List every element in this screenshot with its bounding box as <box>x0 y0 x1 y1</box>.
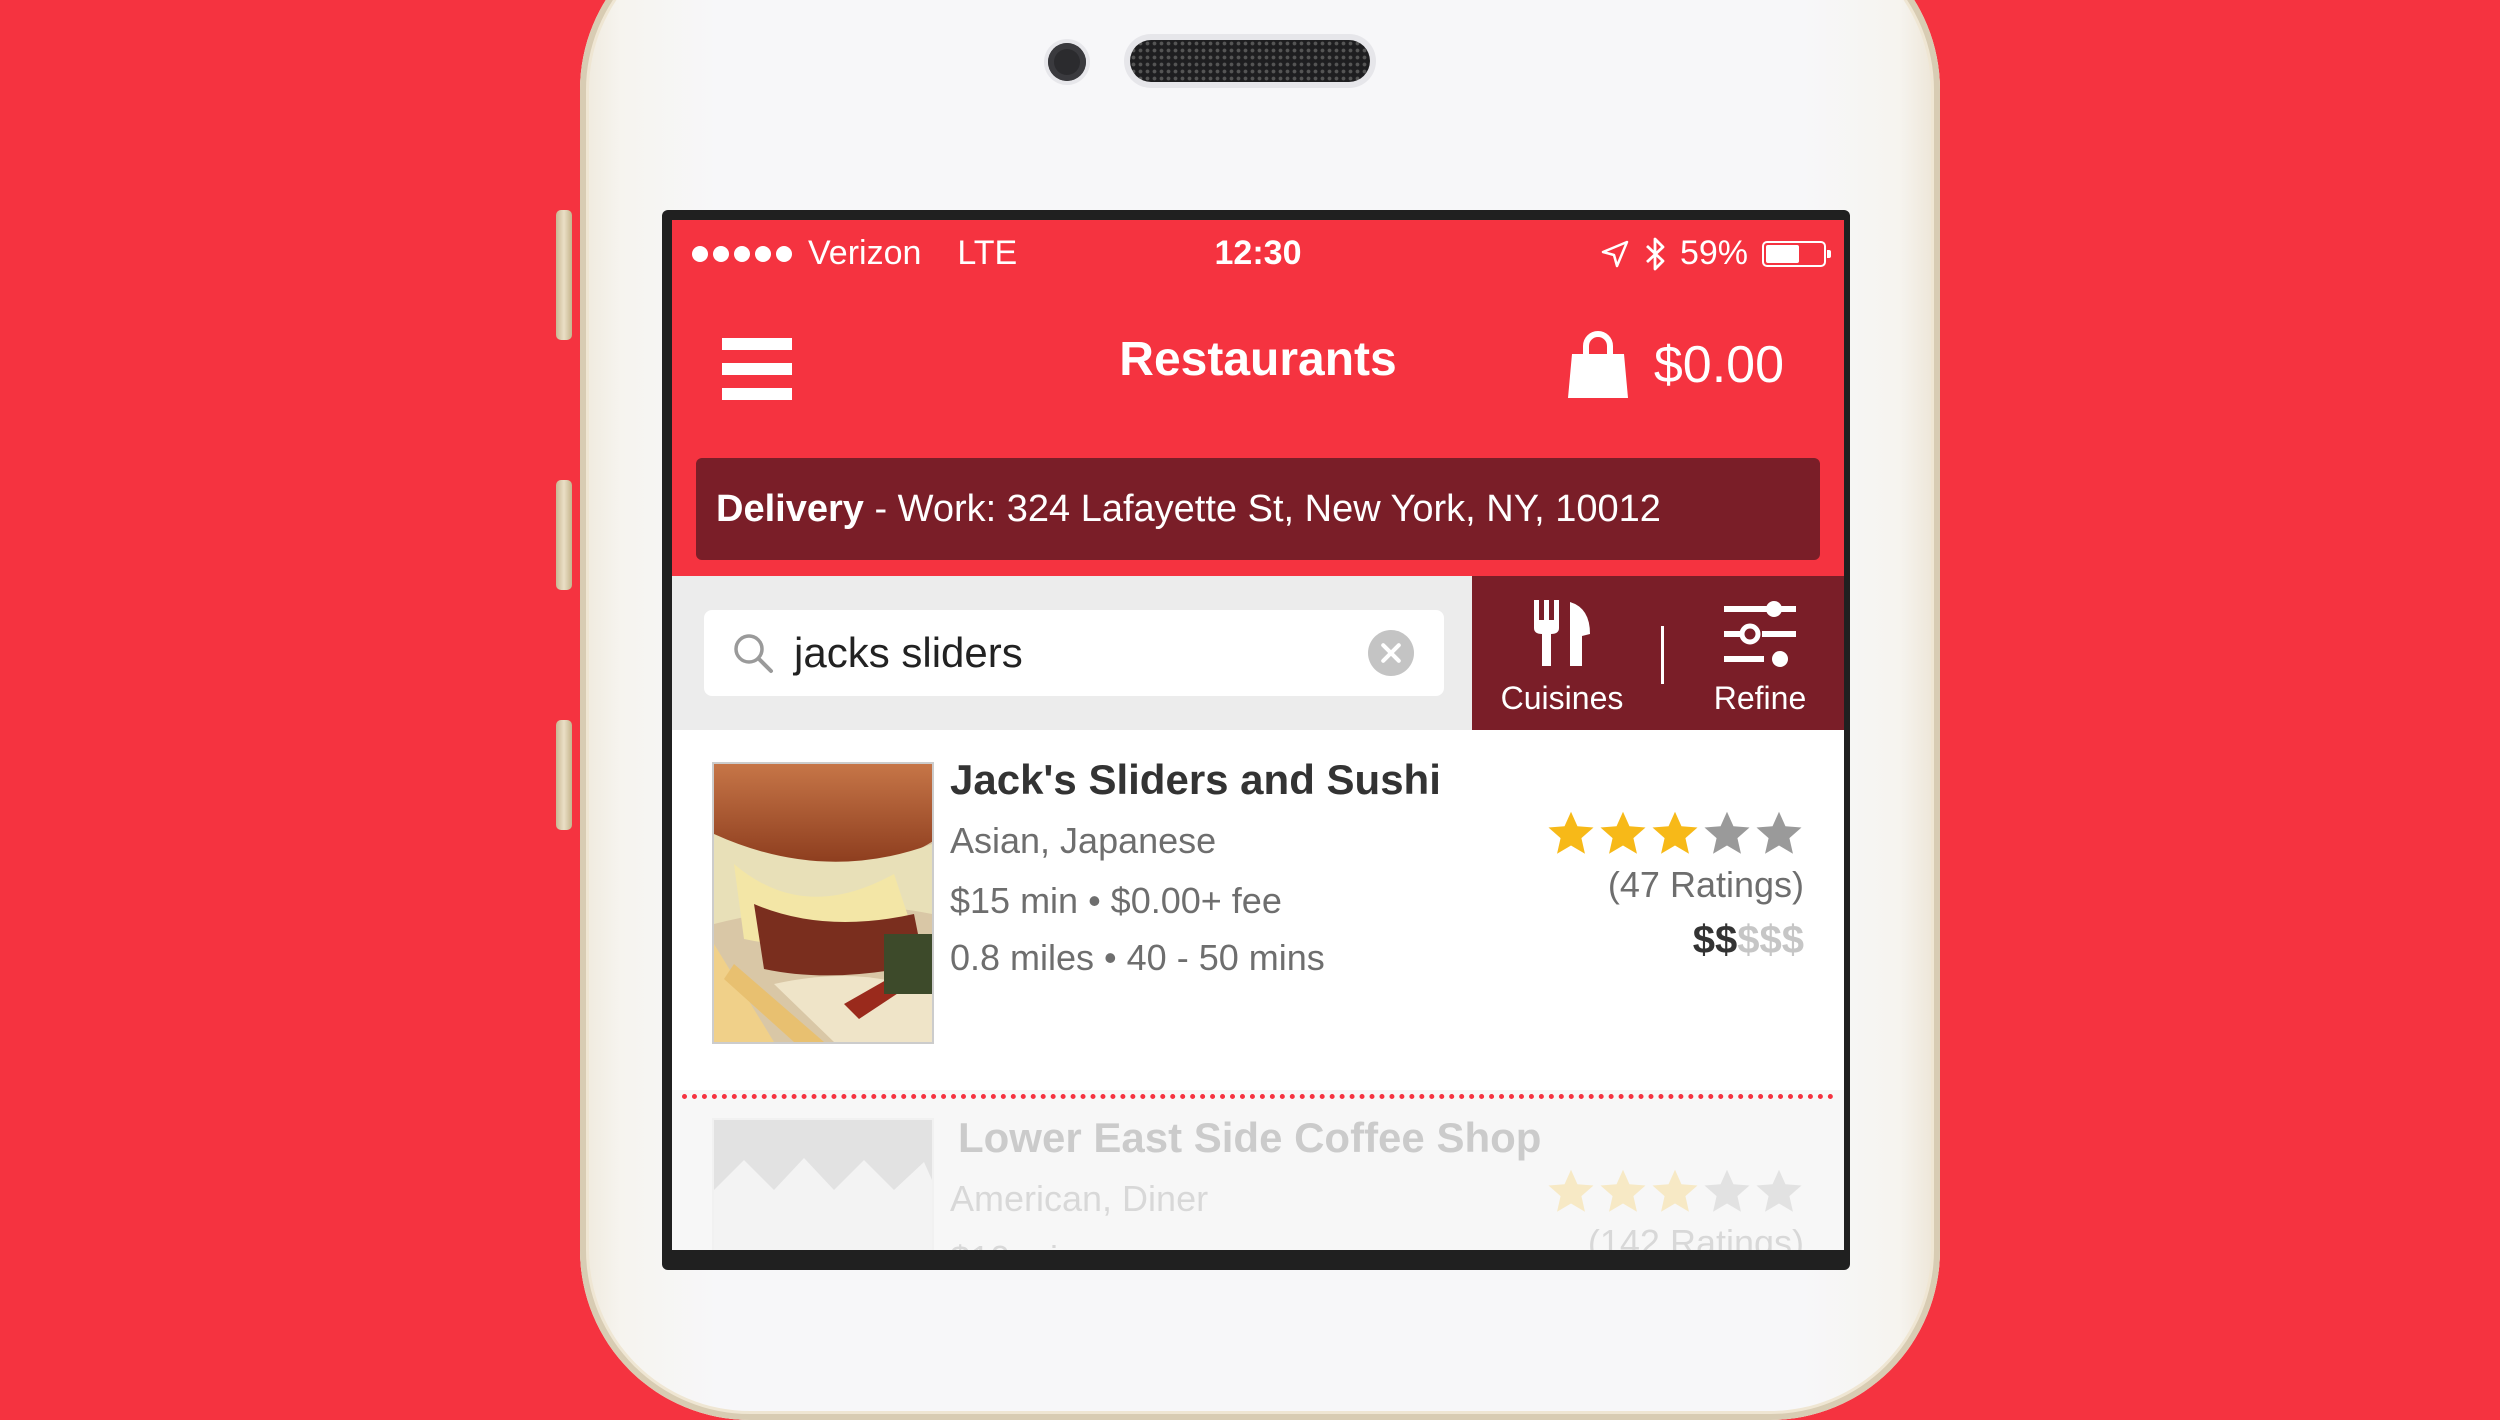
filter-divider <box>1661 626 1664 684</box>
restaurant-thumbnail <box>712 1118 934 1250</box>
delivery-bar: Delivery - Work: 324 Lafayette St, New Y… <box>672 434 1844 576</box>
refine-button[interactable]: Refine <box>1670 576 1844 730</box>
refine-label: Refine <box>1713 680 1807 716</box>
star-filled-icon <box>1652 1169 1698 1212</box>
delivery-address: - Work: 324 Lafayette St, New York, NY, … <box>863 488 1661 530</box>
search-input[interactable]: jacks sliders <box>704 610 1444 696</box>
delivery-mode: Delivery <box>716 488 864 530</box>
volume-down-button <box>556 720 572 830</box>
price-level-inactive: $$$ <box>1737 918 1804 962</box>
restaurant-name: Lower East Side Coffee Shop <box>958 1114 1542 1161</box>
restaurant-minimum-fee: $10 min <box>950 1238 1078 1250</box>
nav-bar: Restaurants $0.00 <box>672 292 1844 434</box>
bluetooth-icon <box>1645 237 1665 270</box>
star-empty-icon <box>1756 811 1802 854</box>
restaurant-row[interactable]: Jack's Sliders and Sushi Asian, Japanese… <box>672 730 1844 1099</box>
ratings-count: (47 Ratings) <box>1607 864 1804 905</box>
volume-up-button <box>556 480 572 590</box>
location-arrow-icon <box>1601 240 1629 267</box>
battery-icon <box>1762 240 1831 267</box>
restaurant-name: Jack's Sliders and Sushi <box>950 756 1441 803</box>
star-empty-icon <box>1704 1169 1750 1212</box>
star-empty-icon <box>1756 1169 1802 1212</box>
star-rating <box>1546 1168 1804 1216</box>
star-filled-icon <box>1600 1169 1646 1212</box>
cuisines-button[interactable]: Cuisines <box>1472 576 1652 730</box>
search-icon <box>734 634 773 673</box>
ratings-count: (142 Ratings) <box>1587 1222 1804 1250</box>
restaurant-cuisine: American, Diner <box>950 1178 1209 1219</box>
delivery-address-button[interactable]: Delivery - Work: 324 Lafayette St, New Y… <box>696 458 1820 560</box>
star-filled-icon <box>1652 811 1698 854</box>
price-level-active: $$ <box>1692 918 1738 962</box>
cart-button[interactable]: $0.00 <box>1566 330 1784 400</box>
star-filled-icon <box>1548 811 1594 854</box>
star-rating <box>1546 810 1804 858</box>
clear-icon[interactable] <box>1368 630 1414 676</box>
status-bar: Verizon LTE 12:30 59% <box>672 220 1844 292</box>
shopping-bag-icon <box>1567 331 1628 398</box>
price-level: $$$$$ <box>1693 918 1804 963</box>
earpiece-speaker <box>1130 40 1370 82</box>
restaurant-row[interactable]: Lower East Side Coffee Shop American, Di… <box>672 1086 1844 1250</box>
star-empty-icon <box>1704 811 1750 854</box>
sliders-icon <box>1724 601 1796 667</box>
search-bar: jacks sliders Cuisines Refine <box>672 576 1844 730</box>
restaurant-minimum-fee: $15 min • $0.00+ fee <box>950 880 1282 921</box>
mute-switch <box>556 210 572 340</box>
fork-knife-icon <box>1534 600 1590 666</box>
cart-total: $0.00 <box>1653 336 1784 394</box>
front-camera <box>1048 43 1086 81</box>
cuisines-label: Cuisines <box>1500 680 1624 716</box>
app-screen: Verizon LTE 12:30 59% Restaurants $0.00 … <box>672 220 1844 1250</box>
restaurant-distance-time: 0.8 miles • 40 - 50 mins <box>950 937 1325 978</box>
battery-percent: 59% <box>1679 234 1748 272</box>
search-query: jacks sliders <box>794 629 1023 676</box>
star-filled-icon <box>1600 811 1646 854</box>
filter-buttons: Cuisines Refine <box>1472 576 1844 730</box>
restaurant-thumbnail <box>712 762 934 1044</box>
restaurant-cuisine: Asian, Japanese <box>950 820 1217 861</box>
star-filled-icon <box>1548 1169 1594 1212</box>
